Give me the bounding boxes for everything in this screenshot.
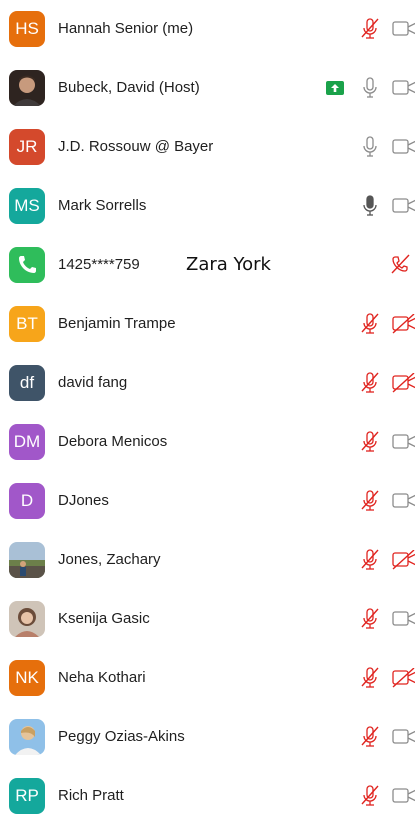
avatar-initials: RP (9, 778, 45, 814)
video-camera-icon[interactable] (392, 432, 415, 452)
avatar-initials: DM (9, 424, 45, 460)
participant-name: Rich Pratt (58, 787, 124, 804)
participant-name: Mark Sorrells (58, 197, 147, 214)
participant-name: Ksenija Gasic (58, 610, 150, 627)
participant-row[interactable]: Ksenija Gasic (0, 590, 415, 648)
participant-name: Neha Kothari (58, 669, 146, 686)
avatar-initials: MS (9, 188, 45, 224)
participant-name: Peggy Ozias-Akins (58, 728, 185, 745)
avatar-initials: df (9, 365, 45, 401)
microphone-muted-icon[interactable] (360, 312, 380, 336)
screen-share-icon (326, 81, 344, 95)
video-camera-icon[interactable] (392, 196, 415, 216)
participant-row[interactable]: Bubeck, David (Host) (0, 59, 415, 117)
microphone-muted-icon[interactable] (360, 725, 380, 749)
video-camera-icon[interactable] (392, 137, 415, 157)
participant-name: Bubeck, David (Host) (58, 79, 200, 96)
phone-icon (9, 247, 45, 283)
participant-row[interactable]: HS Hannah Senior (me) (0, 0, 415, 58)
participant-row[interactable]: Peggy Ozias-Akins (0, 708, 415, 766)
avatar-initials: NK (9, 660, 45, 696)
participant-alias: Zara York (186, 254, 271, 275)
participant-row[interactable]: RP Rich Pratt (0, 767, 415, 825)
microphone-icon[interactable] (360, 76, 380, 100)
participant-row[interactable]: DM Debora Menicos (0, 413, 415, 471)
microphone-muted-icon[interactable] (360, 489, 380, 513)
participant-row[interactable]: 1425****759 Zara York (0, 236, 415, 294)
phone-muted-icon[interactable] (390, 253, 410, 277)
avatar-photo (9, 542, 45, 578)
participant-name: Benjamin Trampe (58, 315, 176, 332)
participant-name: david fang (58, 374, 128, 391)
microphone-muted-icon[interactable] (360, 784, 380, 808)
microphone-muted-icon[interactable] (360, 371, 380, 395)
video-camera-off-icon[interactable] (392, 372, 415, 393)
participant-row[interactable]: D DJones (0, 472, 415, 530)
microphone-muted-icon[interactable] (360, 666, 380, 690)
video-camera-icon[interactable] (392, 78, 415, 98)
microphone-muted-icon[interactable] (360, 17, 380, 41)
video-camera-icon[interactable] (392, 609, 415, 629)
video-camera-off-icon[interactable] (392, 549, 415, 570)
avatar-initials: BT (9, 306, 45, 342)
microphone-muted-icon[interactable] (360, 430, 380, 454)
video-camera-icon[interactable] (392, 786, 415, 806)
participant-row[interactable]: MS Mark Sorrells (0, 177, 415, 235)
participant-name: DJones (58, 492, 109, 509)
microphone-muted-icon[interactable] (360, 607, 380, 631)
participant-name: 1425****759 (58, 256, 140, 273)
participant-row[interactable]: BT Benjamin Trampe (0, 295, 415, 353)
microphone-active-icon[interactable] (360, 194, 380, 218)
microphone-icon[interactable] (360, 135, 380, 159)
avatar-photo (9, 719, 45, 755)
video-camera-off-icon[interactable] (392, 667, 415, 688)
microphone-muted-icon[interactable] (360, 548, 380, 572)
participant-name: J.D. Rossouw @ Bayer (58, 138, 214, 155)
participant-row[interactable]: JR J.D. Rossouw @ Bayer (0, 118, 415, 176)
avatar-photo (9, 70, 45, 106)
video-camera-icon[interactable] (392, 19, 415, 39)
participant-row[interactable]: Jones, Zachary (0, 531, 415, 589)
participants-list: HS Hannah Senior (me) Bubeck, David (Host)… (0, 0, 415, 814)
participant-name: Jones, Zachary (58, 551, 161, 568)
avatar-photo (9, 601, 45, 637)
avatar-initials: JR (9, 129, 45, 165)
video-camera-icon[interactable] (392, 727, 415, 747)
participant-row[interactable]: df david fang (0, 354, 415, 412)
participant-name: Hannah Senior (me) (58, 20, 194, 37)
avatar-initials: D (9, 483, 45, 519)
video-camera-icon[interactable] (392, 491, 415, 511)
participant-row[interactable]: NK Neha Kothari (0, 649, 415, 707)
video-camera-off-icon[interactable] (392, 313, 415, 334)
avatar-initials: HS (9, 11, 45, 47)
participant-name: Debora Menicos (58, 433, 168, 450)
